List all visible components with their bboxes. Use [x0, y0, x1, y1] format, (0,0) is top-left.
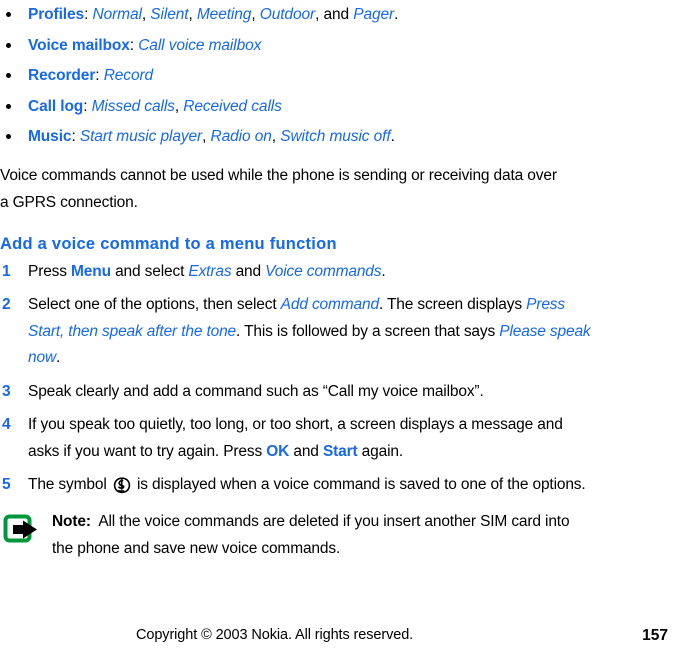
plain-text: and select [110, 262, 189, 280]
step-number: 5 [2, 476, 11, 493]
procedure-step: 1 Press Menu and select Extras and Voice … [0, 259, 594, 286]
bullet-list-item: Music: Start music player, Radio on, Swi… [0, 122, 674, 153]
plain-text: . [381, 262, 386, 280]
step-text: Press Menu and select Extras and Voice c… [28, 263, 386, 280]
voice-command-options-list: Profiles: Normal, Silent, Meeting, Outdo… [0, 0, 674, 153]
bullet-dot-icon [6, 42, 11, 48]
section-heading: Add a voice command to a menu function [0, 234, 337, 253]
step-number: 1 [2, 262, 11, 280]
plain-text: , [202, 128, 211, 145]
bullet-values: Missed calls, Received calls [92, 98, 282, 115]
plain-text: and [231, 262, 266, 280]
note-text: All the voice commands are deleted if yo… [52, 512, 570, 557]
bullet-values: Call voice mailbox [138, 37, 261, 54]
plain-text: , [174, 97, 184, 115]
emphasized-text: Pager [353, 6, 395, 23]
emphasized-text: Extras [188, 262, 232, 280]
plain-text: , [141, 6, 151, 23]
bullet-list-item: Call log: Missed calls, Received calls [0, 92, 674, 123]
plain-text: Select one of the options, then select [28, 296, 281, 313]
step-number: 4 [2, 416, 11, 433]
plain-text: The symbol [28, 476, 111, 493]
bullet-term: Recorder [28, 67, 96, 84]
bullet-values: Normal, Silent, Meeting, Outdoor, and Pa… [92, 6, 398, 23]
procedure-step: 3 Speak clearly and add a command such as… [0, 379, 594, 406]
bullet-term: Voice mailbox [28, 36, 130, 54]
page-footer: Copyright © 2003 Nokia. All rights reser… [0, 627, 674, 649]
bullet-list-item: Voice mailbox: Call voice mailbox [0, 31, 674, 62]
plain-text: Speak clearly and add a command such as … [28, 382, 484, 400]
emphasized-text: OK [266, 442, 290, 460]
procedure-step: 5 The symbol is displayed when a voice co… [0, 472, 594, 499]
plain-text: , and [315, 6, 354, 23]
emphasized-text: Normal [92, 6, 142, 23]
emphasized-text: Start music player [79, 128, 203, 145]
emphasized-text: Start [322, 442, 358, 460]
procedure-step: 4 If you speak too quietly, too long, or … [0, 412, 594, 465]
emphasized-text: Missed calls [91, 97, 175, 115]
step-text: If you speak too quietly, too long, or t… [28, 416, 563, 460]
emphasized-text: Add command [280, 296, 379, 313]
plain-text: . This is followed by a screen that says [236, 322, 500, 340]
emphasized-text: Menu [71, 262, 111, 280]
emphasized-text: Silent [150, 6, 189, 23]
plain-text: Press [28, 262, 72, 280]
emphasized-text: Switch music off [280, 128, 391, 145]
step-text: The symbol is displayed when a voice com… [28, 476, 586, 494]
plain-text: . [394, 6, 399, 23]
bullet-term: Profiles [28, 6, 85, 23]
plain-text: , [271, 128, 281, 145]
plain-text: . [55, 349, 61, 366]
procedure-step: 2 Select one of the options, then select … [0, 292, 594, 372]
procedure-steps-list: 1 Press Menu and select Extras and Voice … [0, 259, 674, 499]
emphasized-text: Received calls [183, 97, 282, 115]
note-block: Note: All the voice commands are deleted… [0, 508, 572, 562]
plain-text: , [188, 6, 197, 23]
bullet-colon: : [129, 36, 139, 54]
plain-text: . [390, 128, 395, 145]
bullet-term: Call log [28, 97, 84, 115]
intro-paragraph: Voice commands cannot be used while the … [0, 166, 557, 211]
emphasized-text: Radio on [210, 128, 272, 145]
bullet-list-item: Recorder: Record [0, 61, 674, 92]
bullet-dot-icon [6, 73, 11, 78]
emphasized-text: Voice commands [265, 262, 382, 280]
footer-copyright: Copyright © 2003 Nokia. All rights reser… [136, 627, 414, 643]
note-arrow-icon [3, 514, 41, 546]
emphasized-text: Call voice mailbox [138, 36, 262, 54]
step-text: Speak clearly and add a command such as … [28, 383, 484, 400]
bullet-values: Start music player, Radio on, Switch mus… [80, 128, 395, 145]
emphasized-text: Outdoor [259, 6, 316, 23]
note-label: Note: [52, 512, 91, 530]
emphasized-text: Record [103, 67, 154, 84]
step-number: 2 [2, 296, 11, 313]
bullet-dot-icon [6, 134, 11, 139]
emphasized-text: Meeting [196, 6, 252, 23]
manual-page: Profiles: Normal, Silent, Meeting, Outdo… [0, 0, 674, 649]
bullet-colon: : [71, 128, 80, 145]
step-text: Select one of the options, then select A… [28, 296, 591, 366]
plain-text: . The screen displays [378, 296, 527, 313]
bullet-colon: : [83, 97, 92, 115]
step-number: 3 [2, 382, 11, 400]
plain-text: , [251, 6, 260, 23]
plain-text: again. [357, 442, 404, 460]
page-content: Profiles: Normal, Silent, Meeting, Outdo… [0, 0, 674, 562]
bullet-term: Music [28, 128, 72, 145]
bullet-dot-icon [6, 12, 11, 17]
footer-page-number: 157 [642, 627, 668, 644]
bullet-list-item: Profiles: Normal, Silent, Meeting, Outdo… [0, 0, 674, 31]
voice-tag-icon [113, 477, 131, 494]
bullet-dot-icon [6, 103, 11, 109]
plain-text: and [289, 442, 323, 460]
plain-text: is displayed when a voice command is sav… [132, 476, 586, 493]
bullet-values: Record [104, 67, 153, 84]
bullet-colon: : [95, 67, 104, 84]
